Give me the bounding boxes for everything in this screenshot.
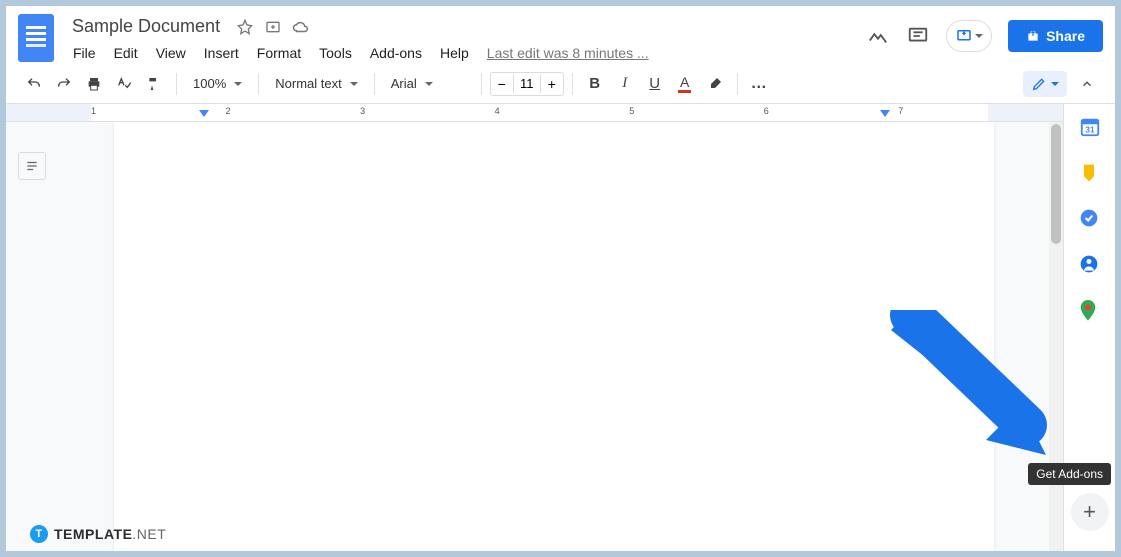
menu-view[interactable]: View xyxy=(149,41,193,65)
chevron-down-icon xyxy=(975,34,983,38)
ruler[interactable]: 1 2 3 4 5 6 7 xyxy=(6,104,1063,122)
font-dropdown[interactable]: Arial xyxy=(383,72,473,95)
paint-format-button[interactable] xyxy=(140,70,168,98)
collapse-button[interactable] xyxy=(1073,70,1101,98)
share-button[interactable]: Share xyxy=(1008,20,1103,52)
contacts-icon[interactable] xyxy=(1079,254,1101,276)
underline-button[interactable]: U xyxy=(641,70,669,98)
separator xyxy=(176,73,177,95)
scrollbar[interactable] xyxy=(1049,122,1063,551)
last-edit-link[interactable]: Last edit was 8 minutes ... xyxy=(480,41,656,65)
keep-icon[interactable] xyxy=(1079,162,1101,184)
redo-button[interactable] xyxy=(50,70,78,98)
font-size-decrease[interactable]: − xyxy=(491,73,513,95)
ruler-tick: 4 xyxy=(495,106,500,116)
document-title[interactable]: Sample Document xyxy=(66,14,226,39)
menu-edit[interactable]: Edit xyxy=(107,41,145,65)
ruler-tick: 1 xyxy=(91,106,96,116)
docs-logo-icon[interactable] xyxy=(18,14,54,62)
tasks-icon[interactable] xyxy=(1079,208,1101,230)
document-area xyxy=(6,122,1063,551)
share-label: Share xyxy=(1046,28,1085,44)
calendar-icon[interactable]: 31 xyxy=(1079,116,1101,138)
menu-addons[interactable]: Add-ons xyxy=(363,41,429,65)
menu-tools[interactable]: Tools xyxy=(312,41,359,65)
ruler-tick: 7 xyxy=(898,106,903,116)
print-button[interactable] xyxy=(80,70,108,98)
scroll-thumb[interactable] xyxy=(1051,124,1061,244)
highlight-button[interactable] xyxy=(701,70,729,98)
outline-toggle-button[interactable] xyxy=(18,152,46,180)
separator xyxy=(737,73,738,95)
get-addons-button[interactable]: + xyxy=(1071,493,1109,531)
text-color-button[interactable]: A xyxy=(671,70,699,98)
paragraph-style-dropdown[interactable]: Normal text xyxy=(267,72,365,95)
brand-badge-icon: T xyxy=(30,525,48,543)
activity-icon[interactable] xyxy=(866,24,890,48)
bold-button[interactable]: B xyxy=(581,70,609,98)
chevron-down-icon xyxy=(1051,82,1059,86)
spellcheck-button[interactable] xyxy=(110,70,138,98)
menu-file[interactable]: File xyxy=(66,41,103,65)
brand-footer: T TEMPLATE.NET xyxy=(30,525,166,543)
menu-insert[interactable]: Insert xyxy=(197,41,246,65)
separator xyxy=(572,73,573,95)
menu-help[interactable]: Help xyxy=(433,41,476,65)
chevron-down-icon xyxy=(425,82,433,86)
comments-icon[interactable] xyxy=(906,24,930,48)
move-icon[interactable] xyxy=(264,18,282,36)
more-button[interactable]: … xyxy=(746,70,774,98)
font-size-value[interactable]: 11 xyxy=(513,74,541,93)
titlebar: Sample Document File Edit View Insert Fo… xyxy=(6,6,1115,64)
ruler-tick: 6 xyxy=(764,106,769,116)
zoom-dropdown[interactable]: 100% xyxy=(185,72,250,95)
ruler-tick: 2 xyxy=(226,106,231,116)
chevron-down-icon xyxy=(234,82,242,86)
document-page[interactable] xyxy=(114,122,994,551)
indent-marker-icon[interactable] xyxy=(880,110,890,120)
font-size-control: − 11 + xyxy=(490,72,564,96)
present-button[interactable] xyxy=(946,20,992,52)
maps-icon[interactable] xyxy=(1079,300,1101,322)
star-icon[interactable] xyxy=(236,18,254,36)
font-size-increase[interactable]: + xyxy=(541,73,563,95)
indent-marker-icon[interactable] xyxy=(199,110,209,120)
menubar: File Edit View Insert Format Tools Add-o… xyxy=(66,41,866,65)
undo-button[interactable] xyxy=(20,70,48,98)
chevron-down-icon xyxy=(350,82,358,86)
ruler-tick: 3 xyxy=(360,106,365,116)
separator xyxy=(481,73,482,95)
svg-text:31: 31 xyxy=(1085,126,1095,135)
menu-format[interactable]: Format xyxy=(250,41,308,65)
tooltip: Get Add-ons xyxy=(1028,463,1111,485)
editing-mode-button[interactable] xyxy=(1023,71,1067,97)
toolbar: 100% Normal text Arial − 11 + B I U A … xyxy=(6,64,1115,104)
ruler-tick: 5 xyxy=(629,106,634,116)
separator xyxy=(258,73,259,95)
cloud-status-icon[interactable] xyxy=(292,18,310,36)
italic-button[interactable]: I xyxy=(611,70,639,98)
separator xyxy=(374,73,375,95)
